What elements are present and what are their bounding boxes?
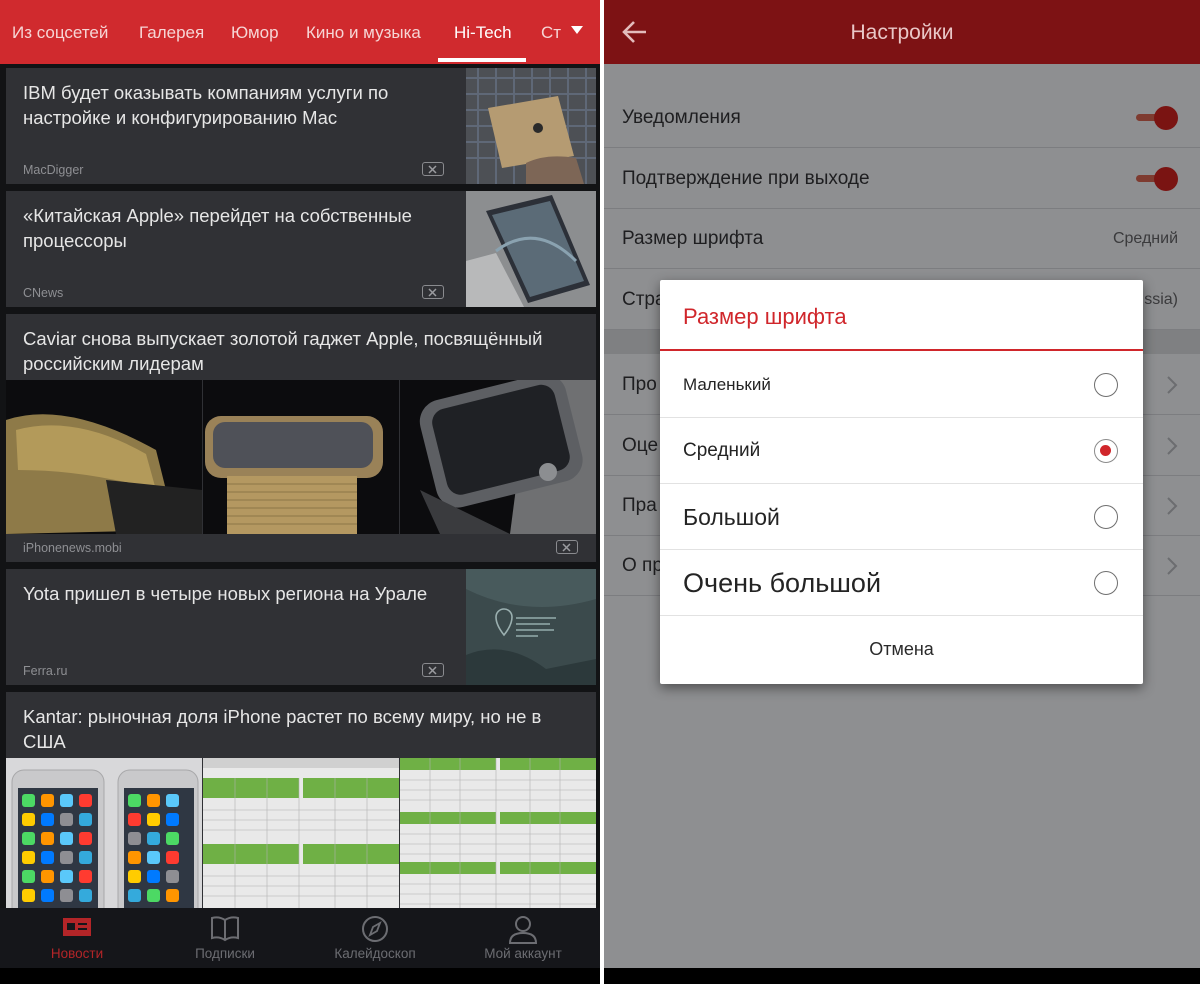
news-image — [203, 380, 399, 534]
news-thumbnail — [466, 191, 596, 307]
radio-button[interactable] — [1094, 571, 1118, 595]
news-icon — [63, 918, 91, 936]
system-nav-bar — [0, 968, 600, 984]
dialog-title: Размер шрифта — [683, 304, 847, 329]
setting-label: О пр — [622, 555, 663, 576]
news-source: iPhonenews.mobi — [23, 541, 122, 555]
news-source: CNews — [23, 286, 64, 300]
nav-news[interactable]: Новости — [2, 908, 152, 968]
cancel-button[interactable]: Отмена — [660, 616, 1143, 682]
news-card[interactable]: Yota пришел в четыре новых региона на Ур… — [6, 569, 596, 685]
dismiss-button[interactable] — [422, 162, 444, 176]
setting-label: Уведомления — [622, 107, 741, 128]
setting-notifications[interactable]: Уведомления — [604, 88, 1200, 148]
nav-kaleidoscope[interactable]: Калейдоскоп — [300, 908, 450, 968]
book-icon — [211, 916, 239, 942]
setting-label: Оце — [622, 435, 659, 456]
nav-subscriptions[interactable]: Подписки — [150, 908, 300, 968]
more-tabs-button[interactable] — [564, 0, 600, 64]
tab-movies-music[interactable]: Кино и музыка — [306, 0, 421, 64]
arrow-left-icon — [622, 21, 646, 43]
setting-label: Пра — [622, 495, 657, 516]
news-image — [400, 758, 596, 912]
nav-my-account[interactable]: Мой аккаунт — [448, 908, 598, 968]
news-image — [6, 758, 202, 912]
font-size-dialog: Размер шрифта Маленький Средний Большой … — [660, 280, 1143, 684]
nav-label: Калейдоскоп — [334, 946, 416, 961]
option-label: Большой — [683, 504, 780, 530]
news-source: MacDigger — [23, 163, 84, 177]
news-card[interactable]: «Китайская Apple» перейдет на собственны… — [6, 191, 596, 307]
news-title: Yota пришел в четыре новых региона на Ур… — [23, 583, 428, 604]
font-option-medium[interactable]: Средний — [660, 418, 1143, 484]
settings-header: Настройки — [604, 0, 1200, 64]
close-icon — [562, 542, 571, 552]
font-option-large[interactable]: Большой — [660, 484, 1143, 550]
dialog-title-divider — [660, 349, 1143, 351]
active-tab-indicator — [438, 58, 526, 62]
setting-label: Размер шрифта — [622, 228, 764, 249]
chevron-right-icon — [1167, 557, 1178, 575]
chevron-right-icon — [1167, 437, 1178, 455]
news-title: Caviar снова выпускает золотой гаджет Ap… — [23, 328, 543, 374]
bottom-navigation: Новости Подписки Калейдоскоп Мой аккаунт — [0, 908, 600, 968]
close-icon — [428, 287, 437, 297]
news-card[interactable]: Caviar снова выпускает золотой гаджет Ap… — [6, 314, 596, 562]
dismiss-button[interactable] — [422, 663, 444, 677]
compass-icon — [362, 916, 388, 942]
news-screen: Из соцсетей Галерея Юмор Кино и музыка H… — [0, 0, 600, 984]
user-icon — [508, 916, 538, 944]
nav-label: Мой аккаунт — [484, 946, 562, 961]
exit-confirmation-toggle[interactable] — [1130, 167, 1180, 191]
setting-label: Про — [622, 374, 657, 395]
news-source: Ferra.ru — [23, 664, 68, 678]
caret-down-icon — [571, 26, 583, 34]
tab-hi-tech[interactable]: Hi-Tech — [454, 0, 512, 64]
page-title: Настройки — [850, 21, 954, 44]
news-thumbnail — [466, 68, 596, 184]
option-label: Средний — [683, 440, 761, 461]
radio-button[interactable] — [1094, 505, 1118, 529]
news-title: IBM будет оказывать компаниям услуги по … — [23, 82, 389, 128]
close-icon — [428, 164, 437, 174]
tab-partial[interactable]: Ст — [541, 0, 561, 64]
news-image — [203, 758, 399, 912]
news-card[interactable]: IBM будет оказывать компаниям услуги по … — [6, 68, 596, 184]
option-label: Очень большой — [683, 568, 882, 598]
tab-social[interactable]: Из соцсетей — [12, 0, 108, 64]
radio-button-selected[interactable] — [1094, 439, 1118, 463]
tab-gallery[interactable]: Галерея — [139, 0, 204, 64]
option-label: Маленький — [683, 375, 771, 394]
setting-exit-confirmation[interactable]: Подтверждение при выходе — [604, 149, 1200, 209]
news-image — [400, 380, 596, 534]
nav-label: Подписки — [195, 946, 255, 961]
news-title: «Китайская Apple» перейдет на собственны… — [23, 205, 412, 251]
setting-value: ssia) — [1144, 291, 1178, 308]
settings-screen: Настройки Уведомления Подтверждение при … — [604, 0, 1200, 984]
dismiss-button[interactable] — [556, 540, 578, 554]
setting-value: Средний — [1112, 230, 1178, 247]
setting-font-size[interactable]: Размер шрифта Средний — [604, 209, 1200, 269]
news-thumbnail — [466, 569, 596, 685]
news-image — [6, 380, 202, 534]
font-option-extra-large[interactable]: Очень большой — [660, 550, 1143, 616]
category-tab-bar: Из соцсетей Галерея Юмор Кино и музыка H… — [0, 0, 600, 64]
system-nav-bar — [604, 968, 1200, 984]
font-option-small[interactable]: Маленький — [660, 352, 1143, 418]
tab-humor[interactable]: Юмор — [231, 0, 279, 64]
news-card[interactable]: Kantar: рыночная доля iPhone растет по в… — [6, 692, 596, 912]
news-title: Kantar: рыночная доля iPhone растет по в… — [23, 706, 542, 752]
close-icon — [428, 665, 437, 675]
nav-label: Новости — [50, 946, 104, 961]
chevron-right-icon — [1167, 376, 1178, 394]
notifications-toggle[interactable] — [1130, 106, 1180, 130]
radio-button[interactable] — [1094, 373, 1118, 397]
dismiss-button[interactable] — [422, 285, 444, 299]
setting-label: Подтверждение при выходе — [622, 168, 870, 189]
chevron-right-icon — [1167, 497, 1178, 515]
